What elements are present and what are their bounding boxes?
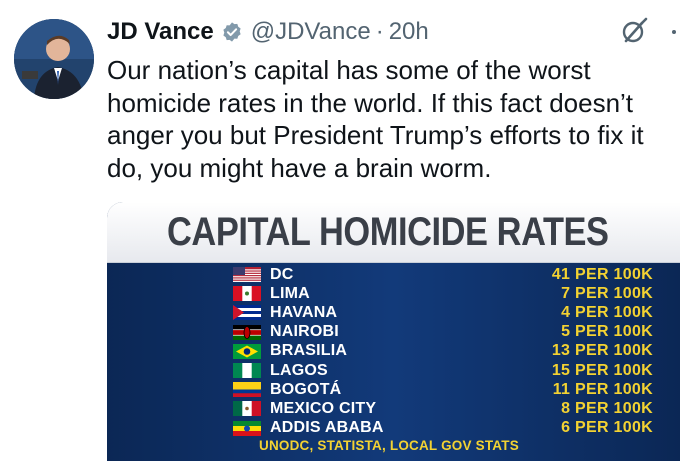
cuba-flag-icon (233, 305, 261, 321)
city-name: NAIROBI (270, 323, 339, 341)
city-name: ADDIS ABABA (270, 419, 384, 437)
more-dots-icon[interactable] (667, 18, 680, 46)
rate-rows: DC 41 PER 100K LIMA 7 PER 100K HAVANA 4 PER 1… (233, 265, 653, 438)
homicide-rate: 5 PER 100K (561, 323, 653, 341)
peru-flag-icon (233, 286, 261, 302)
rate-row: LIMA 7 PER 100K (233, 284, 653, 303)
mexico-flag-icon (233, 401, 261, 417)
ethiopia-flag-icon (233, 420, 261, 436)
verified-badge-icon (223, 22, 241, 42)
rate-row: BOGOTÁ 11 PER 100K (233, 380, 653, 399)
avatar[interactable] (14, 19, 94, 99)
homicide-rate: 11 PER 100K (552, 380, 653, 398)
author-name[interactable]: JD Vance (107, 18, 214, 46)
homicide-rate: 4 PER 100K (561, 303, 653, 321)
rate-row: DC 41 PER 100K (233, 265, 653, 284)
separator-dot: · (375, 18, 384, 45)
rate-row: NAIROBI 5 PER 100K (233, 323, 653, 342)
city-name: DC (270, 265, 294, 283)
kenya-flag-icon (233, 324, 261, 340)
homicide-rate: 41 PER 100K (551, 265, 653, 283)
homicide-rate: 6 PER 100K (561, 419, 653, 437)
nigeria-flag-icon (233, 363, 261, 379)
rate-row: BRASILIA 13 PER 100K (233, 342, 653, 361)
rate-row: MEXICO CITY 8 PER 100K (233, 399, 653, 418)
media-source: UNODC, STATISTA, LOCAL GOV STATS (259, 438, 519, 453)
city-name: MEXICO CITY (270, 399, 377, 417)
city-name: LAGOS (270, 361, 328, 379)
homicide-rate: 7 PER 100K (561, 284, 653, 302)
city-name: LIMA (270, 284, 310, 302)
colombia-flag-icon (233, 382, 261, 398)
homicide-rate: 13 PER 100K (551, 342, 653, 360)
author-handle[interactable]: @JDVance (251, 18, 371, 46)
city-name: BRASILIA (270, 342, 348, 360)
us-flag-icon (233, 267, 261, 283)
timestamp[interactable]: 20h (389, 18, 429, 46)
tweet-media-image[interactable]: CAPITAL HOMICIDE RATES DC 41 PER 100K LIMA… (107, 202, 680, 461)
rate-row: ADDIS ABABA 6 PER 100K (233, 419, 653, 438)
rate-row: HAVANA 4 PER 100K (233, 303, 653, 322)
profile-photo-avatar (14, 19, 94, 99)
tweet-text: Our nation’s capital has some of the wor… (107, 55, 644, 183)
media-title-bar: CAPITAL HOMICIDE RATES (107, 202, 680, 263)
tweet-header: JD Vance @JDVance · 20h (107, 14, 429, 50)
homicide-rate: 15 PER 100K (551, 361, 653, 379)
city-name: HAVANA (270, 303, 338, 321)
homicide-rate: 8 PER 100K (561, 399, 653, 417)
media-title: CAPITAL HOMICIDE RATES (167, 209, 609, 254)
media-table: DC 41 PER 100K LIMA 7 PER 100K HAVANA 4 PER 1… (107, 263, 680, 461)
city-name: BOGOTÁ (270, 380, 342, 398)
brazil-flag-icon (233, 343, 261, 359)
rate-row: LAGOS 15 PER 100K (233, 361, 653, 380)
grok-slash-icon[interactable] (618, 17, 648, 47)
